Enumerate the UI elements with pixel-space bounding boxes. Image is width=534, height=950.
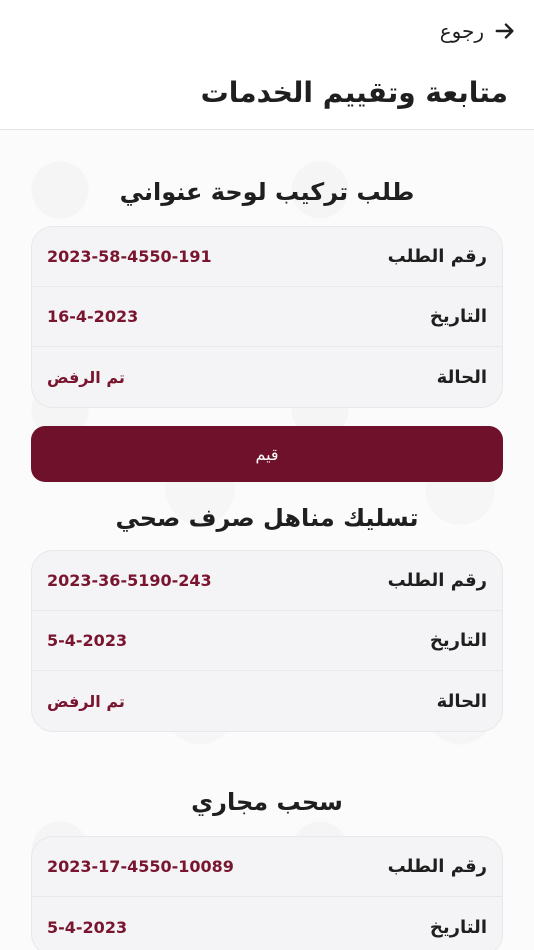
arrow-right-icon (495, 23, 514, 39)
date-value: 5-4-2023 (47, 917, 128, 937)
status-value: تم الرفض (47, 367, 125, 387)
service-title: تسليك مناهل صرف صحي (115, 504, 419, 532)
row-label: رقم الطلب (387, 570, 487, 591)
date-value: 16-4-2023 (47, 307, 139, 326)
row-label: رقم الطلب (387, 856, 487, 877)
service-title: طلب تركيب لوحة عنواني (119, 178, 415, 206)
page-title: متابعة وتقييم الخدمات (200, 76, 508, 109)
request-number-row: رقم الطلب 2023-36-5190-243 (32, 551, 502, 611)
request-number-row: رقم الطلب 2023-17-4550-10089 (32, 837, 502, 897)
request-number-value: 2023-17-4550-10089 (47, 857, 234, 876)
date-row: التاريخ 16-4-2023 (32, 287, 502, 347)
service-card: رقم الطلب 2023-58-4550-191 التاريخ 16-4-… (31, 226, 503, 408)
row-label: الحالة (436, 366, 487, 388)
status-value: تم الرفض (47, 691, 125, 711)
service-card: رقم الطلب 2023-36-5190-243 التاريخ 5-4-2… (31, 550, 503, 732)
date-value: 5-4-2023 (47, 631, 128, 650)
status-row: الحالة تم الرفض (32, 347, 502, 407)
request-number-value: 2023-58-4550-191 (47, 247, 212, 266)
request-number-value: 2023-36-5190-243 (47, 571, 212, 590)
row-label: التاريخ (429, 916, 487, 938)
status-row: الحالة تم الرفض (32, 671, 502, 731)
date-row: التاريخ 5-4-2023 (32, 611, 502, 671)
row-label: الحالة (436, 690, 487, 712)
header: رجوع متابعة وتقييم الخدمات (0, 0, 534, 130)
request-number-row: رقم الطلب 2023-58-4550-191 (32, 227, 502, 287)
service-title: سحب مجاري (191, 788, 343, 816)
service-card: رقم الطلب 2023-17-4550-10089 التاريخ 5-4… (31, 836, 503, 950)
back-button[interactable]: رجوع (440, 14, 516, 48)
date-row: التاريخ 5-4-2023 (32, 897, 502, 950)
rate-button[interactable]: قيم (31, 426, 503, 482)
row-label: رقم الطلب (387, 246, 487, 267)
back-label: رجوع (439, 19, 484, 43)
row-label: التاريخ (429, 306, 487, 327)
row-label: التاريخ (429, 630, 487, 651)
